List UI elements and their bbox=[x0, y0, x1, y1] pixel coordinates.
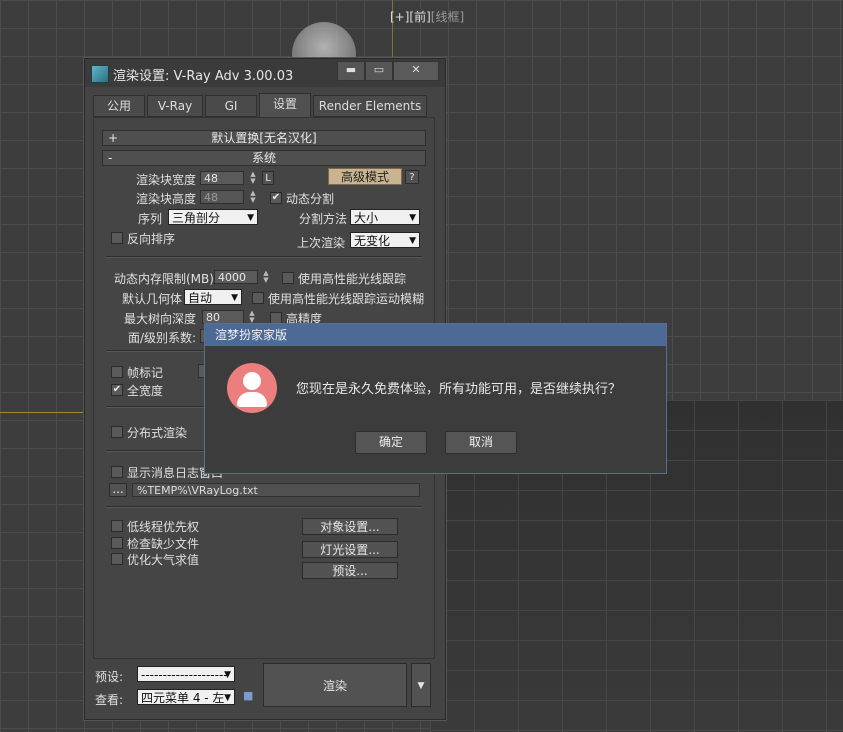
lock-button[interactable]: L bbox=[262, 171, 274, 185]
bucket-height-input[interactable]: 48 bbox=[200, 190, 244, 204]
preset-label: 预设: bbox=[95, 670, 124, 684]
ok-button[interactable]: 确定 bbox=[355, 431, 427, 454]
bucket-width-input[interactable]: 48 bbox=[200, 171, 244, 185]
object-settings-button[interactable]: 对象设置... bbox=[302, 518, 398, 535]
viewport-label[interactable]: [+][前][线框] bbox=[390, 8, 464, 25]
check-missing-label: 检查缺少文件 bbox=[127, 537, 200, 551]
frame-stamp-checkbox[interactable] bbox=[111, 366, 123, 378]
rollout-default-displacement[interactable]: + 默认置换[无名汉化] bbox=[102, 130, 426, 146]
embree-checkbox[interactable] bbox=[282, 272, 294, 284]
sequence-select[interactable]: 三角剖分 ▼ bbox=[168, 209, 258, 225]
dyn-mem-spinner[interactable]: ▲ ▼ bbox=[262, 270, 270, 284]
preset-select[interactable]: -------------------- ▼ bbox=[137, 666, 235, 682]
minimize-button[interactable]: ▬ bbox=[337, 61, 365, 81]
close-button[interactable]: ✕ bbox=[393, 61, 439, 81]
max-tree-depth-label: 最大树向深度 bbox=[124, 312, 197, 326]
bucket-height-label: 渲染块高度 bbox=[136, 192, 197, 206]
last-render-select[interactable]: 无变化 ▼ bbox=[350, 232, 420, 248]
reverse-order-label: 反向排序 bbox=[127, 232, 176, 246]
low-thread-label: 低线程优先权 bbox=[127, 520, 200, 534]
low-thread-checkbox[interactable] bbox=[111, 520, 123, 532]
rollout-system[interactable]: - 系统 bbox=[102, 150, 426, 166]
tab-common[interactable]: 公用 bbox=[93, 95, 145, 117]
default-geometry-select[interactable]: 自动 ▼ bbox=[184, 289, 242, 305]
tab-gi[interactable]: GI bbox=[205, 95, 257, 117]
light-settings-button[interactable]: 灯光设置... bbox=[302, 541, 398, 558]
presets-button[interactable]: 预设... bbox=[302, 562, 398, 579]
split-method-select[interactable]: 大小 ▼ bbox=[350, 209, 420, 225]
default-geometry-label: 默认几何体 bbox=[122, 292, 183, 306]
split-method-label: 分割方法 bbox=[299, 212, 348, 226]
dyn-mem-label: 动态内存限制(MB) bbox=[114, 272, 214, 286]
embree-label: 使用高性能光线跟踪 bbox=[298, 272, 407, 286]
distributed-label: 分布式渲染 bbox=[127, 426, 188, 440]
tab-vray[interactable]: V-Ray bbox=[147, 95, 203, 117]
viewport-axis-line bbox=[0, 412, 90, 413]
divider bbox=[106, 256, 422, 257]
cancel-button[interactable]: 取消 bbox=[445, 431, 517, 454]
dialog-message: 您现在是永久免费体验，所有功能可用，是否继续执行？ bbox=[296, 382, 622, 397]
window-titlebar[interactable]: 渲染设置: V-Ray Adv 3.00.03 ▬ ▭ ✕ bbox=[85, 59, 445, 87]
bucket-height-spinner[interactable]: ▲ ▼ bbox=[249, 190, 257, 204]
optimize-atmo-label: 优化大气求值 bbox=[127, 553, 200, 567]
tab-settings[interactable]: 设置 bbox=[259, 93, 311, 119]
dynamic-split-label: 动态分割 bbox=[286, 192, 335, 206]
view-label: 查看: bbox=[95, 693, 124, 707]
max-tree-depth-input[interactable]: 80 bbox=[202, 310, 244, 324]
lock-icon[interactable]: ■ bbox=[243, 689, 255, 703]
confirm-dialog: 渲梦扮家家版 您现在是永久免费体验，所有功能可用，是否继续执行？ 确定 取消 bbox=[204, 323, 667, 474]
face-level-label: 面/级别系数: bbox=[128, 331, 197, 345]
divider bbox=[106, 506, 422, 507]
render-dropdown-button[interactable]: ▼ bbox=[411, 663, 431, 707]
tab-render-elements[interactable]: Render Elements bbox=[313, 95, 427, 117]
sequence-label: 序列 bbox=[138, 212, 163, 226]
check-missing-checkbox[interactable] bbox=[111, 537, 123, 549]
distributed-checkbox[interactable] bbox=[111, 426, 123, 438]
full-width-label: 全宽度 bbox=[127, 384, 164, 398]
optimize-atmo-checkbox[interactable] bbox=[111, 553, 123, 565]
dialog-title[interactable]: 渲梦扮家家版 bbox=[205, 324, 666, 346]
full-width-checkbox[interactable]: ✔ bbox=[111, 384, 123, 396]
max-tree-depth-spinner[interactable]: ▲ ▼ bbox=[248, 310, 256, 324]
log-path-field[interactable]: %TEMP%\VRayLog.txt bbox=[132, 483, 420, 497]
advanced-mode-button[interactable]: 高级模式 bbox=[328, 168, 402, 185]
show-log-checkbox[interactable] bbox=[111, 466, 123, 478]
view-select[interactable]: 四元菜单 4 - 左 ▼ bbox=[137, 689, 235, 705]
help-button[interactable]: ? bbox=[405, 170, 419, 184]
embree-motion-label: 使用高性能光线跟踪运动模糊 bbox=[268, 292, 425, 306]
render-button[interactable]: 渲染 bbox=[263, 663, 407, 707]
bucket-width-label: 渲染块宽度 bbox=[136, 173, 197, 187]
window-title: 渲染设置: V-Ray Adv 3.00.03 bbox=[113, 69, 294, 84]
frame-stamp-label: 帧标记 bbox=[127, 366, 164, 380]
log-path-browse-button[interactable]: ... bbox=[109, 483, 127, 497]
maximize-button[interactable]: ▭ bbox=[365, 61, 393, 81]
dynamic-split-checkbox[interactable]: ✔ bbox=[270, 192, 282, 204]
app-icon bbox=[91, 65, 109, 83]
tab-bar: 公用 V-Ray GI 设置 Render Elements bbox=[93, 93, 437, 119]
bucket-width-spinner[interactable]: ▲ ▼ bbox=[249, 171, 257, 185]
dyn-mem-input[interactable]: 4000 bbox=[214, 270, 258, 284]
reverse-order-checkbox[interactable] bbox=[111, 232, 123, 244]
user-avatar-icon bbox=[227, 363, 277, 413]
last-render-label: 上次渲染 bbox=[297, 236, 346, 250]
embree-motion-checkbox[interactable] bbox=[252, 292, 264, 304]
